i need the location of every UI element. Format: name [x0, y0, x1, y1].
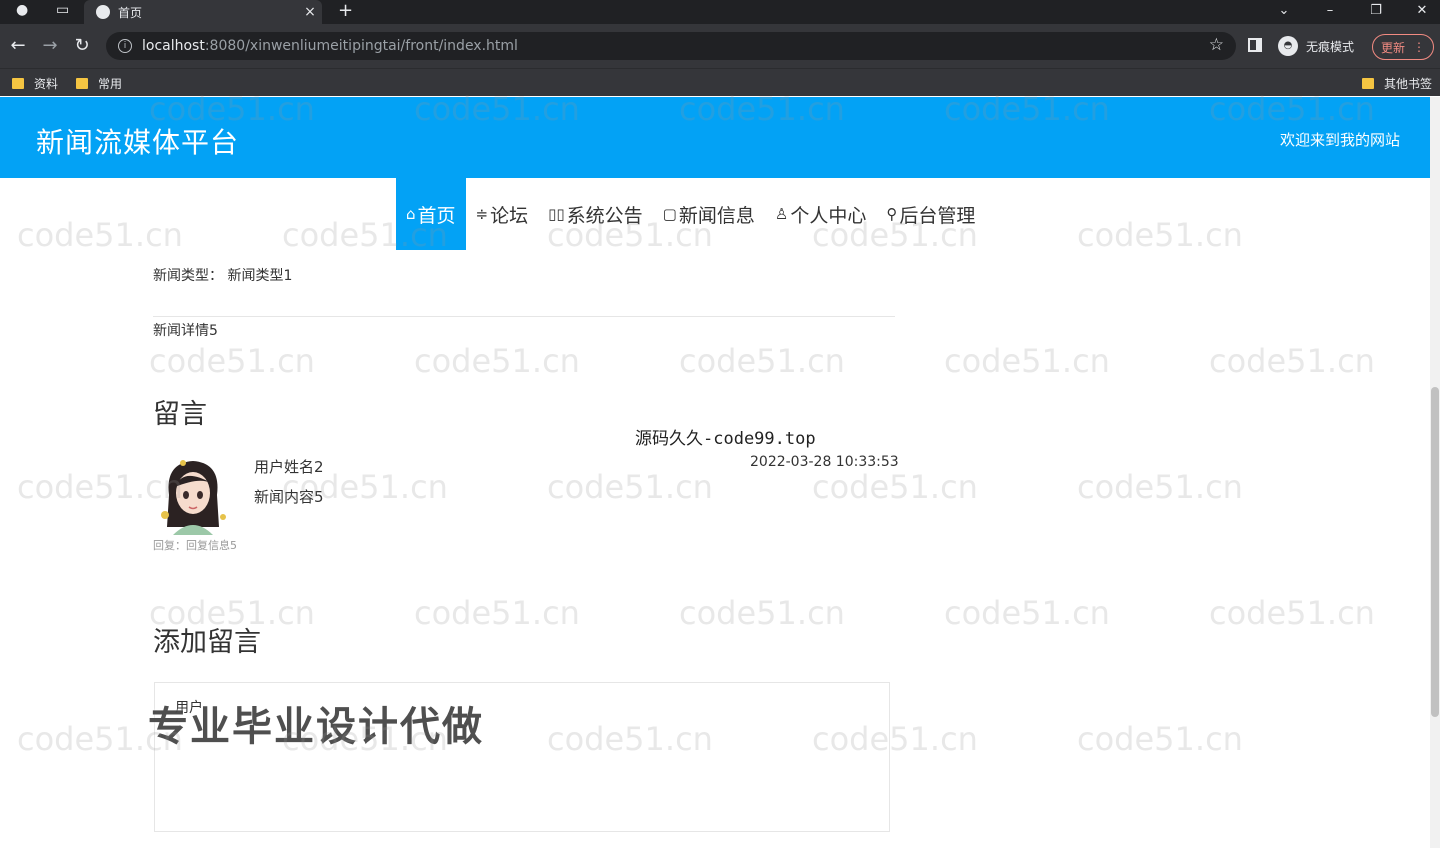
new-tab-button[interactable]: + [338, 0, 353, 21]
nav-item-home[interactable]: ⌂ 首页 [396, 178, 466, 250]
watermark-text: code51.cn [1209, 594, 1375, 632]
watermark-text: code51.cn [17, 216, 183, 254]
update-button[interactable]: 更新 ⋮ [1372, 34, 1434, 60]
site-header: 新闻流媒体平台 欢迎来到我的网站 [0, 97, 1430, 178]
reload-icon[interactable]: ↻ [70, 34, 94, 58]
menu-dots-icon: ⋮ [1413, 40, 1425, 54]
bookmark-label: 资料 [34, 77, 59, 91]
side-panel-icon[interactable] [1248, 38, 1262, 52]
watermark-text: code51.cn [1077, 216, 1243, 254]
avatar [155, 455, 231, 535]
close-tab-icon[interactable]: × [298, 4, 322, 20]
back-arrow-icon[interactable]: ← [6, 34, 30, 58]
columns-icon: ▯▯ [548, 205, 565, 223]
url-path: :8080/xinwenliumeitipingtai/front/index.… [204, 38, 518, 54]
comment-reply: 回复：回复信息5 [153, 539, 237, 552]
nav-label: 后台管理 [899, 204, 976, 227]
watermark-text: code51.cn [1077, 720, 1243, 758]
bookmark-folder[interactable]: 资料 [12, 75, 58, 92]
site-info-icon[interactable]: i [118, 39, 132, 53]
folder-icon [76, 78, 88, 89]
watermark-text: code51.cn [414, 594, 580, 632]
nav-item-forum[interactable]: ≑ 论坛 [466, 178, 539, 250]
news-type-line: 新闻类型： 新闻类型1 [153, 265, 292, 285]
add-comment-title: 添加留言 [153, 627, 261, 658]
browser-tab-bar: ● ▭ 首页 × + ⌄ – ❐ ✕ [0, 0, 1440, 24]
welcome-text: 欢迎来到我的网站 [1279, 131, 1400, 149]
tab-search-icon[interactable]: ▭ [56, 2, 69, 18]
close-window-icon[interactable]: ✕ [1402, 0, 1440, 22]
watermark-text: code51.cn [149, 342, 315, 380]
nav-label: 首页 [417, 204, 456, 227]
other-bookmarks[interactable]: 其他书签 [1362, 75, 1432, 92]
sliders-icon: ≑ [475, 205, 489, 223]
update-label: 更新 [1380, 40, 1405, 55]
nav-item-news[interactable]: ▢ 新闻信息 [653, 178, 765, 250]
incognito-indicator[interactable]: ◓ 无痕模式 [1278, 36, 1354, 56]
nav-label: 论坛 [490, 204, 529, 227]
watermark-text: code51.cn [414, 342, 580, 380]
main-nav: ⌂ 首页 ≑ 论坛 ▯▯ 系统公告 ▢ 新闻信息 ♙ 个人中心 ⚲ 后台管理 [396, 178, 985, 250]
comment-timestamp: 2022-03-28 10:33:53 [750, 454, 899, 470]
news-type-label: 新闻类型： [153, 268, 223, 284]
news-detail: 新闻详情5 [153, 323, 218, 339]
nav-label: 个人中心 [790, 204, 867, 227]
folder-icon [1362, 78, 1374, 89]
user-icon: ♙ [774, 205, 789, 223]
page-scrollbar[interactable] [1430, 97, 1440, 848]
incognito-label: 无痕模式 [1306, 39, 1355, 54]
watermark-text: code51.cn [944, 342, 1110, 380]
link-icon: ⚲ [886, 205, 898, 223]
home-icon: ⌂ [406, 205, 416, 223]
forward-arrow-icon[interactable]: → [38, 34, 62, 58]
nav-item-announcements[interactable]: ▯▯ 系统公告 [538, 178, 653, 250]
bookmark-folder[interactable]: 常用 [76, 75, 122, 92]
nav-item-admin[interactable]: ⚲ 后台管理 [876, 178, 985, 250]
site-title: 新闻流媒体平台 [36, 126, 240, 159]
browser-tab[interactable]: 首页 × [84, 0, 322, 24]
divider [153, 316, 895, 317]
tab-title: 首页 [118, 5, 143, 20]
watermark-text: code51.cn [679, 342, 845, 380]
chrome-logo-icon[interactable]: ● [16, 2, 28, 18]
restore-icon[interactable]: ❐ [1356, 0, 1396, 22]
watermark-text: code51.cn [944, 594, 1110, 632]
watermark-text: code51.cn [547, 468, 713, 506]
nav-item-profile[interactable]: ♙ 个人中心 [765, 178, 876, 250]
folder-icon [12, 78, 24, 89]
document-icon: ▢ [662, 205, 677, 223]
site-tag: 源码久久-code99.top [635, 429, 816, 449]
promo-overlay-text: 专业毕业设计代做 [148, 704, 484, 750]
globe-icon [96, 5, 110, 19]
bookmark-star-icon[interactable]: ☆ [1209, 35, 1224, 55]
nav-label: 新闻信息 [678, 204, 755, 227]
comment-content: 新闻内容5 [254, 488, 324, 506]
nav-label: 系统公告 [566, 204, 643, 227]
address-bar[interactable]: i localhost:8080/xinwenliumeitipingtai/f… [106, 32, 1236, 60]
tab-list-icon[interactable]: ⌄ [1264, 0, 1304, 22]
minimize-icon[interactable]: – [1310, 0, 1350, 22]
watermark-text: code51.cn [679, 594, 845, 632]
comment-username: 用户姓名2 [254, 458, 324, 476]
watermark-text: code51.cn [812, 468, 978, 506]
other-bookmarks-label: 其他书签 [1384, 77, 1433, 91]
bookmarks-bar: 资料 常用 其他书签 [0, 68, 1440, 96]
comments-title: 留言 [153, 399, 207, 430]
watermark-text: code51.cn [1209, 342, 1375, 380]
scroll-thumb[interactable] [1431, 387, 1439, 717]
news-type-value: 新闻类型1 [227, 268, 293, 284]
bookmark-label: 常用 [98, 77, 123, 91]
url-host: localhost [142, 38, 205, 54]
browser-toolbar: ← → ↻ i localhost:8080/xinwenliumeitipin… [0, 24, 1440, 68]
watermark-text: code51.cn [1077, 468, 1243, 506]
incognito-icon: ◓ [1278, 36, 1298, 56]
